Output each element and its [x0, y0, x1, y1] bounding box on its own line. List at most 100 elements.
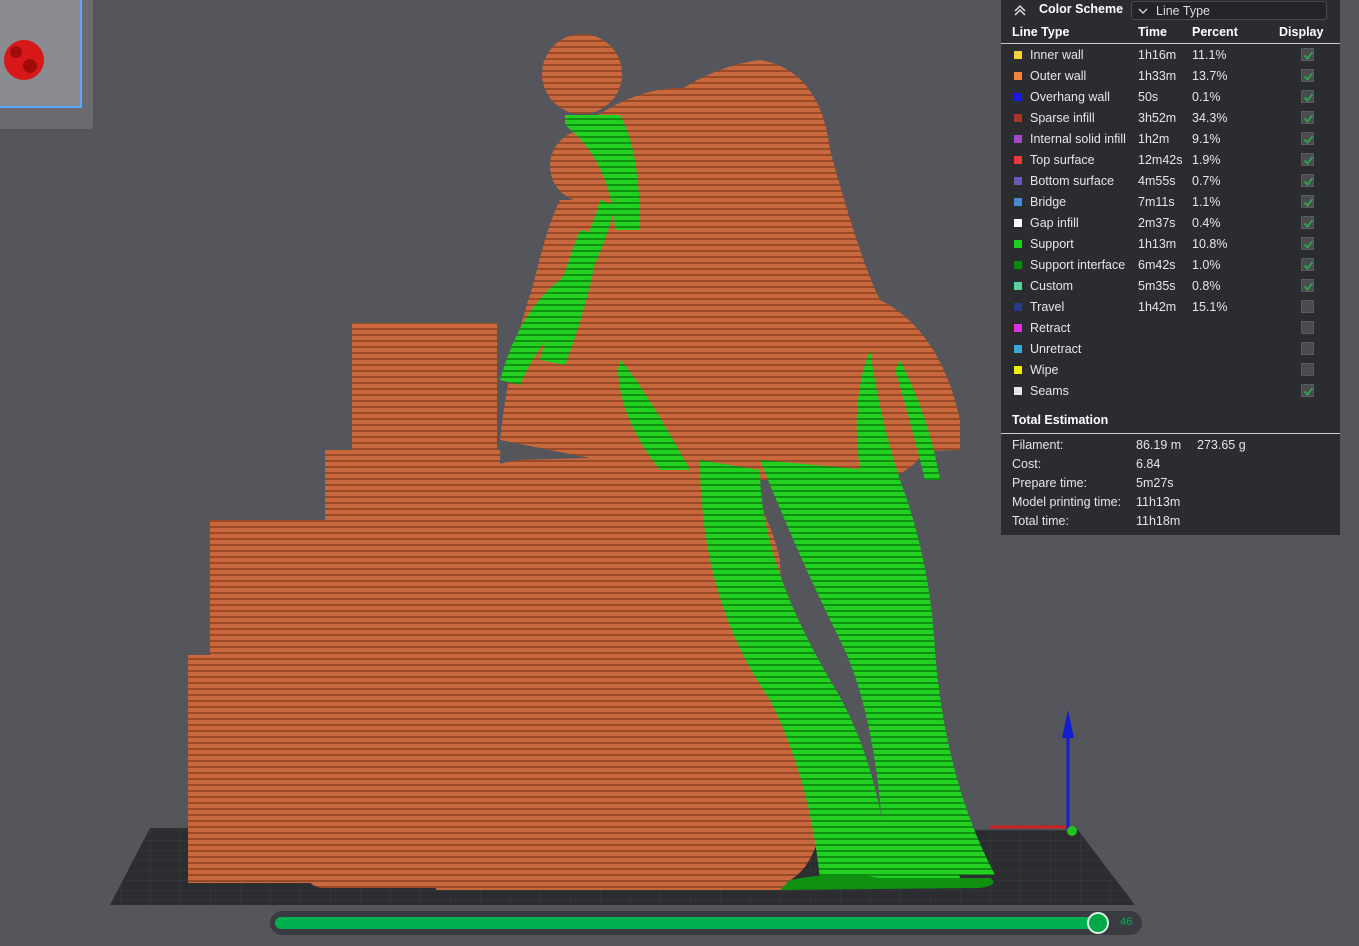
legend-row: Bridge 7m11s 1.1% — [1001, 192, 1340, 213]
header-percent: Percent — [1192, 25, 1238, 39]
display-checkbox[interactable] — [1301, 300, 1314, 313]
check-icon — [1303, 156, 1314, 165]
legend-row: Wipe — [1001, 360, 1340, 381]
collapse-chevron-icon[interactable] — [1013, 3, 1027, 17]
display-checkbox[interactable] — [1301, 321, 1314, 334]
line-type-time: 6m42s — [1138, 258, 1176, 272]
line-type-percent: 1.9% — [1192, 153, 1221, 167]
color-swatch — [1014, 219, 1022, 227]
display-checkbox[interactable] — [1301, 90, 1314, 103]
legend-row: Sparse infill 3h52m 34.3% — [1001, 108, 1340, 129]
slider-thumb[interactable] — [1087, 912, 1109, 934]
display-checkbox[interactable] — [1301, 69, 1314, 82]
line-type-percent: 15.1% — [1192, 300, 1228, 314]
check-icon — [1303, 240, 1314, 249]
check-icon — [1303, 198, 1314, 207]
line-type-label: Top surface — [1030, 153, 1095, 167]
color-swatch — [1014, 387, 1022, 395]
line-type-label: Seams — [1030, 384, 1069, 398]
legend-row: Overhang wall 50s 0.1% — [1001, 87, 1340, 108]
estimation-row: Filament: 86.19 m 273.65 g — [1001, 436, 1340, 455]
line-type-percent: 10.8% — [1192, 237, 1228, 251]
line-type-percent: 1.1% — [1192, 195, 1221, 209]
display-checkbox[interactable] — [1301, 195, 1314, 208]
color-swatch — [1014, 303, 1022, 311]
header-divider — [1001, 43, 1340, 44]
line-type-label: Internal solid infill — [1030, 132, 1126, 146]
check-icon — [1303, 282, 1314, 291]
line-type-label: Overhang wall — [1030, 90, 1110, 104]
line-type-label: Support — [1030, 237, 1074, 251]
legend-row: Support 1h13m 10.8% — [1001, 234, 1340, 255]
line-type-time: 7m11s — [1138, 195, 1175, 209]
color-scheme-select[interactable]: Line Type — [1131, 1, 1327, 20]
check-icon — [1303, 261, 1314, 270]
estimation-key: Filament: — [1012, 438, 1064, 452]
model-thumbnail-icon — [4, 40, 44, 80]
header-display: Display — [1279, 25, 1324, 39]
legend-row: Custom 5m35s 0.8% — [1001, 276, 1340, 297]
estimation-value: 11h13m — [1136, 495, 1181, 509]
chevron-down-icon — [1138, 8, 1148, 14]
line-type-time: 1h16m — [1138, 48, 1177, 62]
line-type-percent: 0.4% — [1192, 216, 1221, 230]
color-swatch — [1014, 198, 1022, 206]
display-checkbox[interactable] — [1301, 258, 1314, 271]
estimation-row: Total time: 11h18m — [1001, 512, 1340, 531]
line-type-label: Outer wall — [1030, 69, 1087, 83]
color-swatch — [1014, 156, 1022, 164]
line-type-time: 2m37s — [1138, 216, 1176, 230]
estimation-value: 6.84 — [1136, 457, 1161, 471]
display-checkbox[interactable] — [1301, 153, 1314, 166]
slider-value: 46 — [1120, 916, 1133, 928]
color-swatch — [1014, 324, 1022, 332]
estimation-value-secondary: 273.65 g — [1197, 438, 1246, 452]
check-icon — [1303, 114, 1314, 123]
display-checkbox[interactable] — [1301, 216, 1314, 229]
line-type-percent: 0.7% — [1192, 174, 1221, 188]
display-checkbox[interactable] — [1301, 174, 1314, 187]
line-type-label: Retract — [1030, 321, 1071, 335]
line-type-percent: 1.0% — [1192, 258, 1221, 272]
display-checkbox[interactable] — [1301, 363, 1314, 376]
header-time: Time — [1138, 25, 1167, 39]
check-icon — [1303, 387, 1314, 396]
display-checkbox[interactable] — [1301, 342, 1314, 355]
header-line-type: Line Type — [1012, 25, 1070, 39]
check-icon — [1303, 135, 1314, 144]
line-type-label: Wipe — [1030, 363, 1059, 377]
color-swatch — [1014, 72, 1022, 80]
line-type-time: 1h42m — [1138, 300, 1177, 314]
layer-slider[interactable]: 46 — [270, 911, 1142, 935]
check-icon — [1303, 219, 1314, 228]
plate-thumbnail-panel — [0, 0, 93, 129]
line-type-time: 1h2m — [1138, 132, 1170, 146]
display-checkbox[interactable] — [1301, 111, 1314, 124]
color-swatch — [1014, 135, 1022, 143]
color-swatch — [1014, 240, 1022, 248]
total-divider — [1001, 433, 1340, 434]
legend-rows: Inner wall 1h16m 11.1% Outer wall 1h33m 13.7%… — [1001, 45, 1340, 402]
color-swatch — [1014, 114, 1022, 122]
display-checkbox[interactable] — [1301, 279, 1314, 292]
legend-row: Inner wall 1h16m 11.1% — [1001, 45, 1340, 66]
line-type-time: 3h52m — [1138, 111, 1177, 125]
line-type-label: Travel — [1030, 300, 1065, 314]
color-scheme-legend: Color Scheme Line Type Line Type Time Pe… — [1001, 0, 1340, 535]
line-type-label: Bridge — [1030, 195, 1067, 209]
line-type-time: 12m42s — [1138, 153, 1183, 167]
legend-row: Retract — [1001, 318, 1340, 339]
display-checkbox[interactable] — [1301, 132, 1314, 145]
display-checkbox[interactable] — [1301, 237, 1314, 250]
color-swatch — [1014, 261, 1022, 269]
line-type-time: 4m55s — [1138, 174, 1176, 188]
estimation-row: Cost: 6.84 — [1001, 455, 1340, 474]
check-icon — [1303, 177, 1314, 186]
estimation-value: 86.19 m — [1136, 438, 1182, 452]
display-checkbox[interactable] — [1301, 48, 1314, 61]
estimation-row: Model printing time: 11h13m — [1001, 493, 1340, 512]
display-checkbox[interactable] — [1301, 384, 1314, 397]
legend-row: Bottom surface 4m55s 0.7% — [1001, 171, 1340, 192]
legend-row: Support interface 6m42s 1.0% — [1001, 255, 1340, 276]
plate-thumbnail[interactable] — [0, 0, 82, 108]
